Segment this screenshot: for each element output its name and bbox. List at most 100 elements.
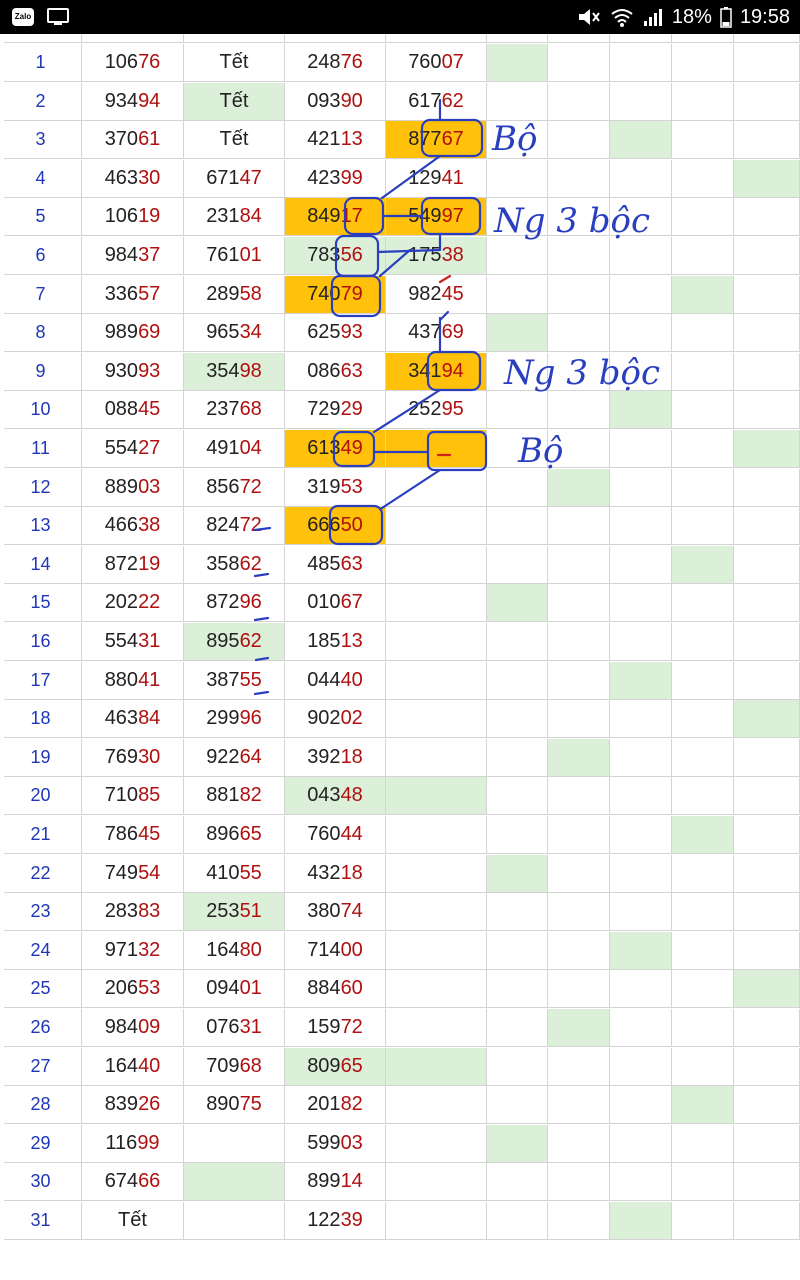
empty-cell[interactable] [487, 430, 548, 468]
value-cell[interactable]: 549 97 [386, 198, 487, 237]
value-cell[interactable]: 714 00 [285, 931, 386, 970]
value-cell[interactable]: 889 03 [82, 468, 184, 507]
empty-cell[interactable] [610, 1009, 672, 1047]
empty-cell[interactable] [672, 507, 734, 546]
value-cell[interactable]: 872 96 [184, 584, 285, 623]
empty-cell[interactable] [548, 198, 610, 237]
empty-cell[interactable] [672, 661, 734, 700]
value-cell[interactable]: 185 13 [285, 623, 386, 661]
empty-cell[interactable] [487, 738, 548, 777]
value-cell[interactable]: 971 32 [82, 931, 184, 970]
value-cell[interactable]: 930 93 [82, 352, 184, 391]
value-cell[interactable]: 086 63 [285, 352, 386, 391]
value-cell[interactable]: 554 31 [82, 623, 184, 661]
row-number[interactable]: 5 [4, 198, 82, 237]
empty-cell[interactable] [734, 738, 800, 777]
empty-cell[interactable] [487, 352, 548, 391]
empty-cell[interactable] [672, 893, 734, 932]
value-cell[interactable]: 890 75 [184, 1086, 285, 1125]
empty-cell[interactable] [548, 352, 610, 391]
empty-cell[interactable] [672, 121, 734, 160]
value-cell[interactable] [386, 430, 487, 468]
empty-cell[interactable] [548, 1009, 610, 1047]
empty-cell[interactable] [734, 352, 800, 391]
value-cell[interactable]: 625 93 [285, 314, 386, 353]
value-cell[interactable]: 319 53 [285, 468, 386, 507]
empty-cell[interactable] [734, 1202, 800, 1240]
empty-cell[interactable] [672, 1163, 734, 1202]
empty-cell[interactable] [548, 970, 610, 1009]
empty-cell[interactable] [487, 507, 548, 546]
empty-cell[interactable] [610, 1163, 672, 1202]
empty-cell[interactable] [548, 545, 610, 584]
empty-cell[interactable] [487, 777, 548, 816]
value-cell[interactable]: 769 30 [82, 738, 184, 777]
empty-cell[interactable] [734, 623, 800, 661]
row-number[interactable]: 14 [4, 545, 82, 584]
empty-cell[interactable] [610, 738, 672, 777]
empty-cell[interactable] [487, 198, 548, 237]
value-cell[interactable] [386, 1086, 487, 1125]
empty-cell[interactable] [610, 931, 672, 970]
grid-cell[interactable] [285, 34, 386, 44]
value-cell[interactable]: 982 45 [386, 275, 487, 314]
empty-cell[interactable] [487, 82, 548, 121]
value-cell[interactable] [184, 1124, 285, 1163]
empty-cell[interactable] [487, 159, 548, 198]
value-cell[interactable]: 666 50 [285, 507, 386, 546]
empty-cell[interactable] [487, 275, 548, 314]
empty-cell[interactable] [672, 44, 734, 82]
empty-cell[interactable] [548, 661, 610, 700]
empty-cell[interactable] [487, 391, 548, 430]
grid-cell[interactable] [672, 34, 734, 44]
empty-cell[interactable] [734, 391, 800, 430]
row-number[interactable]: 18 [4, 700, 82, 739]
empty-cell[interactable] [734, 816, 800, 854]
empty-cell[interactable] [548, 237, 610, 275]
value-cell[interactable] [386, 1202, 487, 1240]
value-cell[interactable]: 231 84 [184, 198, 285, 237]
empty-cell[interactable] [610, 121, 672, 160]
grid-cell[interactable] [487, 34, 548, 44]
empty-cell[interactable] [548, 623, 610, 661]
empty-cell[interactable] [548, 584, 610, 623]
empty-cell[interactable] [610, 314, 672, 353]
empty-cell[interactable] [487, 237, 548, 275]
value-cell[interactable]: 116 99 [82, 1124, 184, 1163]
empty-cell[interactable] [487, 854, 548, 893]
row-number[interactable]: 7 [4, 275, 82, 314]
value-cell[interactable]: 299 96 [184, 700, 285, 739]
value-cell[interactable]: 984 09 [82, 1009, 184, 1047]
value-cell[interactable] [386, 1124, 487, 1163]
value-cell[interactable]: Tết [184, 82, 285, 121]
value-cell[interactable]: 164 80 [184, 931, 285, 970]
empty-cell[interactable] [734, 159, 800, 198]
empty-cell[interactable] [487, 1047, 548, 1086]
value-cell[interactable]: 370 61 [82, 121, 184, 160]
empty-cell[interactable] [610, 1124, 672, 1163]
value-cell[interactable]: 336 57 [82, 275, 184, 314]
empty-cell[interactable] [487, 314, 548, 353]
empty-cell[interactable] [672, 1124, 734, 1163]
value-cell[interactable]: 252 95 [386, 391, 487, 430]
empty-cell[interactable] [672, 237, 734, 275]
value-cell[interactable]: 554 27 [82, 430, 184, 468]
empty-cell[interactable] [610, 777, 672, 816]
value-cell[interactable]: 044 40 [285, 661, 386, 700]
empty-cell[interactable] [672, 314, 734, 353]
row-number[interactable]: 21 [4, 816, 82, 854]
value-cell[interactable]: 895 62 [184, 623, 285, 661]
grid-cell[interactable] [386, 34, 487, 44]
empty-cell[interactable] [672, 1047, 734, 1086]
empty-cell[interactable] [548, 816, 610, 854]
row-number[interactable]: 10 [4, 391, 82, 430]
empty-cell[interactable] [734, 1124, 800, 1163]
value-cell[interactable]: 088 45 [82, 391, 184, 430]
empty-cell[interactable] [734, 275, 800, 314]
empty-cell[interactable] [487, 700, 548, 739]
value-cell[interactable]: 880 41 [82, 661, 184, 700]
value-cell[interactable]: 164 40 [82, 1047, 184, 1086]
value-cell[interactable]: 129 41 [386, 159, 487, 198]
empty-cell[interactable] [672, 700, 734, 739]
empty-cell[interactable] [548, 430, 610, 468]
